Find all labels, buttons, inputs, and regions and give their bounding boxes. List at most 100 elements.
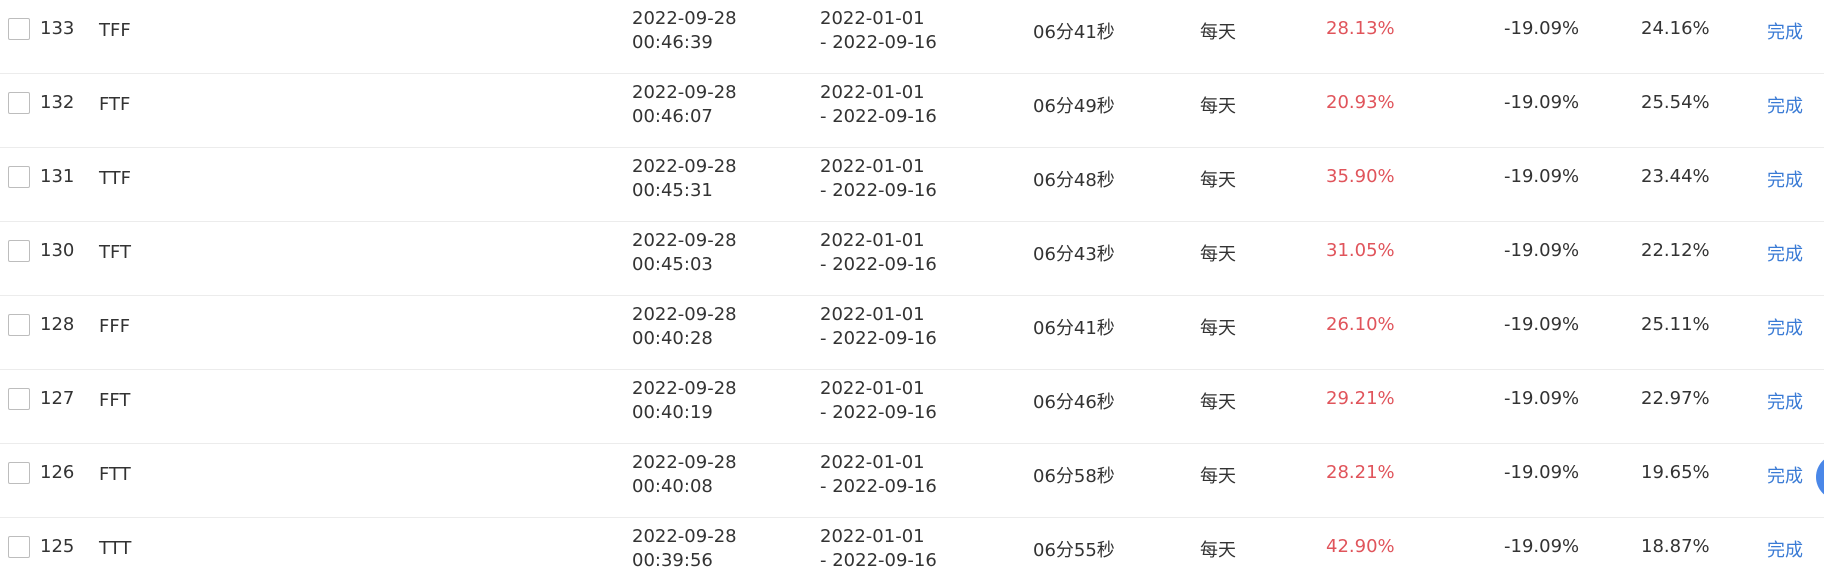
run-time: 2022-09-28 00:46:07 bbox=[632, 81, 737, 129]
run-time-clock: 00:40:28 bbox=[632, 328, 713, 349]
strategy-name: TTT bbox=[99, 538, 132, 559]
status-link[interactable]: 完成 bbox=[1767, 314, 1803, 340]
status-link[interactable]: 完成 bbox=[1767, 536, 1803, 562]
run-duration: 06分46秒 bbox=[1033, 392, 1115, 413]
run-duration: 06分41秒 bbox=[1033, 22, 1115, 43]
range-end: - 2022-09-16 bbox=[820, 328, 937, 349]
run-time-clock: 00:45:31 bbox=[632, 180, 713, 201]
range-end: - 2022-09-16 bbox=[820, 180, 937, 201]
run-time: 2022-09-28 00:45:31 bbox=[632, 155, 737, 203]
strategy-name: TTF bbox=[99, 168, 132, 189]
run-time-date: 2022-09-28 bbox=[632, 378, 737, 399]
strategy-name: FTT bbox=[99, 464, 131, 485]
range-start: 2022-01-01 bbox=[820, 526, 925, 547]
strategy-name: TFF bbox=[99, 20, 131, 41]
benchmark-return: -19.09% bbox=[1504, 536, 1580, 557]
range-end: - 2022-09-16 bbox=[820, 106, 937, 127]
backtest-range: 2022-01-01 - 2022-09-16 bbox=[820, 303, 937, 351]
run-time-date: 2022-09-28 bbox=[632, 526, 737, 547]
run-time-clock: 00:40:08 bbox=[632, 476, 713, 497]
row-select-checkbox[interactable] bbox=[8, 240, 30, 262]
run-time-clock: 00:46:07 bbox=[632, 106, 713, 127]
table-row: 125 TTT 2022-09-28 00:39:56 2022-01-01 -… bbox=[0, 518, 1824, 578]
strategy-return: 35.90% bbox=[1326, 166, 1395, 187]
row-select-checkbox[interactable] bbox=[8, 92, 30, 114]
strategy-return: 26.10% bbox=[1326, 314, 1395, 335]
status-link[interactable]: 完成 bbox=[1767, 462, 1803, 488]
excess-value: 22.97% bbox=[1641, 388, 1710, 409]
excess-value: 22.12% bbox=[1641, 240, 1710, 261]
excess-value: 18.87% bbox=[1641, 536, 1710, 557]
row-id: 131 bbox=[40, 166, 75, 187]
run-duration: 06分55秒 bbox=[1033, 540, 1115, 561]
range-start: 2022-01-01 bbox=[820, 304, 925, 325]
table-row: 133 TFF 2022-09-28 00:46:39 2022-01-01 -… bbox=[0, 0, 1824, 74]
run-time: 2022-09-28 00:40:28 bbox=[632, 303, 737, 351]
backtest-range: 2022-01-01 - 2022-09-16 bbox=[820, 81, 937, 129]
run-duration: 06分48秒 bbox=[1033, 170, 1115, 191]
status-link[interactable]: 完成 bbox=[1767, 18, 1803, 44]
run-duration: 06分58秒 bbox=[1033, 466, 1115, 487]
strategy-name: FFT bbox=[99, 390, 131, 411]
row-id: 132 bbox=[40, 92, 75, 113]
status-link[interactable]: 完成 bbox=[1767, 388, 1803, 414]
benchmark-return: -19.09% bbox=[1504, 240, 1580, 261]
excess-value: 19.65% bbox=[1641, 462, 1710, 483]
strategy-name: FFF bbox=[99, 316, 131, 337]
run-duration: 06分41秒 bbox=[1033, 318, 1115, 339]
range-end: - 2022-09-16 bbox=[820, 402, 937, 423]
row-select-checkbox[interactable] bbox=[8, 388, 30, 410]
benchmark-return: -19.09% bbox=[1504, 18, 1580, 39]
run-time-date: 2022-09-28 bbox=[632, 8, 737, 29]
excess-value: 25.11% bbox=[1641, 314, 1710, 335]
run-time-clock: 00:40:19 bbox=[632, 402, 713, 423]
run-time-date: 2022-09-28 bbox=[632, 82, 737, 103]
range-start: 2022-01-01 bbox=[820, 82, 925, 103]
strategy-return: 20.93% bbox=[1326, 92, 1395, 113]
row-id: 126 bbox=[40, 462, 75, 483]
row-select-checkbox[interactable] bbox=[8, 18, 30, 40]
range-start: 2022-01-01 bbox=[820, 156, 925, 177]
run-time-clock: 00:46:39 bbox=[632, 32, 713, 53]
status-link[interactable]: 完成 bbox=[1767, 240, 1803, 266]
strategy-name: TFT bbox=[99, 242, 132, 263]
status-link[interactable]: 完成 bbox=[1767, 92, 1803, 118]
run-time-date: 2022-09-28 bbox=[632, 230, 737, 251]
backtest-range: 2022-01-01 - 2022-09-16 bbox=[820, 155, 937, 203]
backtest-range: 2022-01-01 - 2022-09-16 bbox=[820, 451, 937, 499]
backtest-range: 2022-01-01 - 2022-09-16 bbox=[820, 229, 937, 277]
table-row: 131 TTF 2022-09-28 00:45:31 2022-01-01 -… bbox=[0, 148, 1824, 222]
benchmark-return: -19.09% bbox=[1504, 166, 1580, 187]
run-time-clock: 00:45:03 bbox=[632, 254, 713, 275]
run-time: 2022-09-28 00:45:03 bbox=[632, 229, 737, 277]
row-select-checkbox[interactable] bbox=[8, 314, 30, 336]
run-time: 2022-09-28 00:39:56 bbox=[632, 525, 737, 573]
table-row: 127 FFT 2022-09-28 00:40:19 2022-01-01 -… bbox=[0, 370, 1824, 444]
row-select-checkbox[interactable] bbox=[8, 166, 30, 188]
run-time-date: 2022-09-28 bbox=[632, 156, 737, 177]
range-end: - 2022-09-16 bbox=[820, 476, 937, 497]
row-id: 128 bbox=[40, 314, 75, 335]
row-select-checkbox[interactable] bbox=[8, 536, 30, 558]
frequency: 每天 bbox=[1200, 244, 1236, 265]
row-select-checkbox[interactable] bbox=[8, 462, 30, 484]
run-time: 2022-09-28 00:40:19 bbox=[632, 377, 737, 425]
run-time-clock: 00:39:56 bbox=[632, 550, 713, 571]
frequency: 每天 bbox=[1200, 170, 1236, 191]
strategy-return: 42.90% bbox=[1326, 536, 1395, 557]
table-row: 130 TFT 2022-09-28 00:45:03 2022-01-01 -… bbox=[0, 222, 1824, 296]
row-id: 133 bbox=[40, 18, 75, 39]
backtest-results-table: 133 TFF 2022-09-28 00:46:39 2022-01-01 -… bbox=[0, 0, 1824, 578]
benchmark-return: -19.09% bbox=[1504, 314, 1580, 335]
range-start: 2022-01-01 bbox=[820, 8, 925, 29]
run-time: 2022-09-28 00:40:08 bbox=[632, 451, 737, 499]
strategy-return: 29.21% bbox=[1326, 388, 1395, 409]
strategy-name: FTF bbox=[99, 94, 131, 115]
status-link[interactable]: 完成 bbox=[1767, 166, 1803, 192]
run-time-date: 2022-09-28 bbox=[632, 304, 737, 325]
range-end: - 2022-09-16 bbox=[820, 254, 937, 275]
row-id: 130 bbox=[40, 240, 75, 261]
benchmark-return: -19.09% bbox=[1504, 388, 1580, 409]
range-start: 2022-01-01 bbox=[820, 230, 925, 251]
frequency: 每天 bbox=[1200, 96, 1236, 117]
